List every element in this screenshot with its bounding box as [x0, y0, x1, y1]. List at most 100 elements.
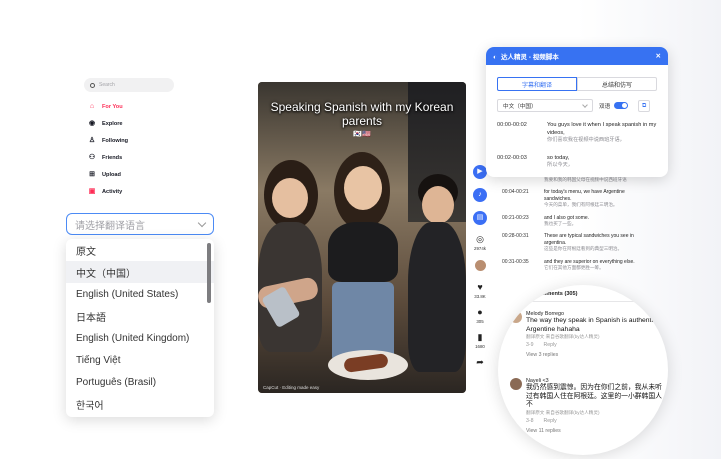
- search-input[interactable]: Search: [84, 78, 174, 92]
- video-caption: Speaking Spanish with my Korean parents: [270, 100, 454, 128]
- copy-icon[interactable]: ⧉: [638, 99, 651, 112]
- search-placeholder: Search: [99, 82, 115, 88]
- sidebar-item-for-you[interactable]: ⌂ For You: [84, 98, 174, 115]
- subtitle-segment[interactable]: 00:02-00:03 so today, 所以今天，: [497, 155, 657, 170]
- sidebar-item-label: Upload: [102, 171, 121, 178]
- script-panel: ◐ 达人精灵 - 视频脚本 ✕ 字幕和翻译 总结和仿写 中文（中国） 双语 ⧉ 0…: [486, 47, 668, 177]
- comment-date: 3-8: [526, 417, 534, 424]
- flag-emojis: 🇰🇷🇺🇸: [353, 131, 371, 138]
- bilingual-label: 双语: [599, 103, 611, 110]
- sidebar-item-label: Friends: [102, 154, 123, 161]
- music-icon[interactable]: ♪: [473, 188, 487, 202]
- sidebar-item-label: Explore: [102, 120, 123, 127]
- panel-tabs: 字幕和翻译 总结和仿写: [497, 77, 657, 91]
- language-option[interactable]: Português (Brasil): [66, 371, 214, 393]
- segment-time: 00:02-00:03: [497, 154, 527, 161]
- subtitle-segment[interactable]: 00:04-00:21 for today's menu, we have Ar…: [502, 189, 642, 208]
- language-row: 中文（中国） 双语 ⧉: [497, 99, 657, 112]
- segment-translation: 今天的菜单，我们有阿根廷三明治。: [544, 202, 618, 208]
- avatar[interactable]: [510, 378, 522, 390]
- close-icon[interactable]: ✕: [656, 52, 661, 60]
- bilingual-toggle[interactable]: [614, 102, 629, 109]
- person-right-body: [408, 222, 466, 372]
- play-icon[interactable]: ◎: [475, 234, 485, 244]
- comment-icon[interactable]: ●: [475, 307, 485, 317]
- chevron-down-icon: [197, 218, 207, 227]
- sidebar-item-upload[interactable]: ⊞ Upload: [84, 166, 174, 183]
- compass-icon: ◉: [88, 119, 96, 127]
- sidebar-item-friends[interactable]: ⚇ Friends: [84, 149, 174, 166]
- comment-translation-note: 翻译原文 来自谷歌翻译(by达人精灵): [526, 409, 600, 415]
- panel-language-select[interactable]: 中文（中国）: [497, 99, 593, 112]
- subtitle-segment[interactable]: 00:31-00:35 and they are superior on eve…: [502, 259, 642, 272]
- select-placeholder: 请选择翻译语言: [75, 220, 145, 232]
- comment-date: 3-9: [526, 342, 534, 348]
- tab-summary[interactable]: 总结和仿写: [577, 77, 657, 91]
- view-replies-button[interactable]: View 11 replies: [526, 428, 662, 434]
- like-count: 33.8K: [474, 294, 486, 299]
- share-icon[interactable]: ➦: [475, 357, 485, 367]
- language-option[interactable]: 原文: [66, 239, 214, 261]
- reply-button[interactable]: Reply: [544, 342, 557, 348]
- avatar[interactable]: [510, 311, 522, 323]
- person-center-top: [328, 222, 398, 282]
- subtitle-segment[interactable]: 00:28-00:31 These are typical sandwiches…: [502, 233, 642, 252]
- comment-text: The way they speak in Spanish is authent…: [526, 317, 657, 333]
- heart-icon[interactable]: ♥: [475, 282, 485, 292]
- dropdown-scrollbar[interactable]: [207, 243, 211, 303]
- view-replies-button[interactable]: View 3 replies: [526, 352, 662, 358]
- language-option[interactable]: 中文（中国）: [66, 261, 214, 283]
- language-option[interactable]: 日本語: [66, 305, 214, 327]
- panel-title: 达人精灵 - 视频脚本: [500, 54, 559, 61]
- tab-subtitles[interactable]: 字幕和翻译: [497, 77, 577, 91]
- upload-icon: ⊞: [89, 170, 95, 178]
- subtitle-segment[interactable]: 00:00-00:02 You guys love it when I spea…: [497, 122, 657, 145]
- segment-time: 00:28-00:31: [502, 233, 529, 240]
- comment-item[interactable]: Melody Borrego The way they speak in Spa…: [502, 311, 662, 358]
- segment-time: 00:31-00:35: [502, 258, 529, 265]
- comment-count: 305: [476, 319, 484, 324]
- person-center-face: [344, 166, 382, 210]
- segment-time: 00:21-00:23: [502, 214, 529, 221]
- sidebar-item-label: Activity: [102, 188, 123, 195]
- sidebar-item-following[interactable]: ♙ Following: [84, 132, 174, 149]
- translate-language-select[interactable]: 请选择翻译语言: [66, 213, 214, 235]
- user-follow-icon: ♙: [88, 136, 96, 144]
- comments-magnifier: Comments (305) Melody Borrego The way th…: [498, 285, 668, 455]
- language-option[interactable]: English (United States): [66, 283, 214, 305]
- sidebar-item-label: Following: [102, 137, 129, 144]
- bookmark-icon[interactable]: ▮: [475, 332, 485, 342]
- subtitle-segment[interactable]: 00:21-00:23 and I also got some. 我也买了一些。: [502, 215, 642, 228]
- video-icon[interactable]: ▶: [473, 165, 487, 179]
- sidebar-item-activity[interactable]: ▣ Activity: [84, 183, 174, 200]
- segment-text: for today's menu, we have Argentine sand…: [544, 189, 625, 202]
- language-option[interactable]: Tiếng Việt: [66, 349, 214, 371]
- segment-translation: 我也买了一些。: [544, 221, 577, 227]
- save-count: 1680: [475, 344, 485, 349]
- subtitle-segment[interactable]: 我要和我的韩国父母在视频中说西班牙语: [502, 177, 642, 183]
- person-right-face: [422, 186, 454, 224]
- panel-language-value: 中文（中国）: [503, 103, 537, 110]
- segment-text: You guys love it when I speak spanish in…: [547, 122, 657, 136]
- language-option[interactable]: English (United Kingdom): [66, 327, 214, 349]
- panel-header: ◐ 达人精灵 - 视频脚本 ✕: [486, 47, 668, 65]
- time-label: 2974k: [474, 246, 486, 251]
- page: Search ⌂ For You ◉ Explore ♙ Following ⚇…: [0, 0, 721, 459]
- reply-button[interactable]: Reply: [544, 418, 557, 424]
- segment-time: 00:04-00:21: [502, 189, 529, 196]
- segment-time: [502, 177, 544, 183]
- sidebar-item-explore[interactable]: ◉ Explore: [84, 115, 174, 132]
- segment-text: so today,: [547, 154, 570, 161]
- document-icon[interactable]: ▤: [473, 211, 487, 225]
- chevron-down-icon: [582, 101, 588, 108]
- sidebar-item-label: For You: [102, 103, 123, 110]
- language-option[interactable]: 한국어: [66, 393, 214, 415]
- app-logo-icon: ◐: [493, 54, 497, 61]
- comment-item[interactable]: Nayeli <3 我仍然感到震惊。因为在你们之前，我从未听过有韩国人住在阿根廷…: [502, 378, 662, 434]
- home-icon: ⌂: [89, 102, 95, 110]
- avatar[interactable]: [473, 259, 487, 272]
- segment-translation: 你们喜欢我在视频中说西班牙语，: [547, 137, 625, 143]
- search-icon: [90, 82, 95, 88]
- comment-translation-note: 翻译原文 来自谷歌翻译(by达人精灵): [526, 334, 600, 339]
- video-player[interactable]: Speaking Spanish with my Korean parents …: [258, 82, 466, 393]
